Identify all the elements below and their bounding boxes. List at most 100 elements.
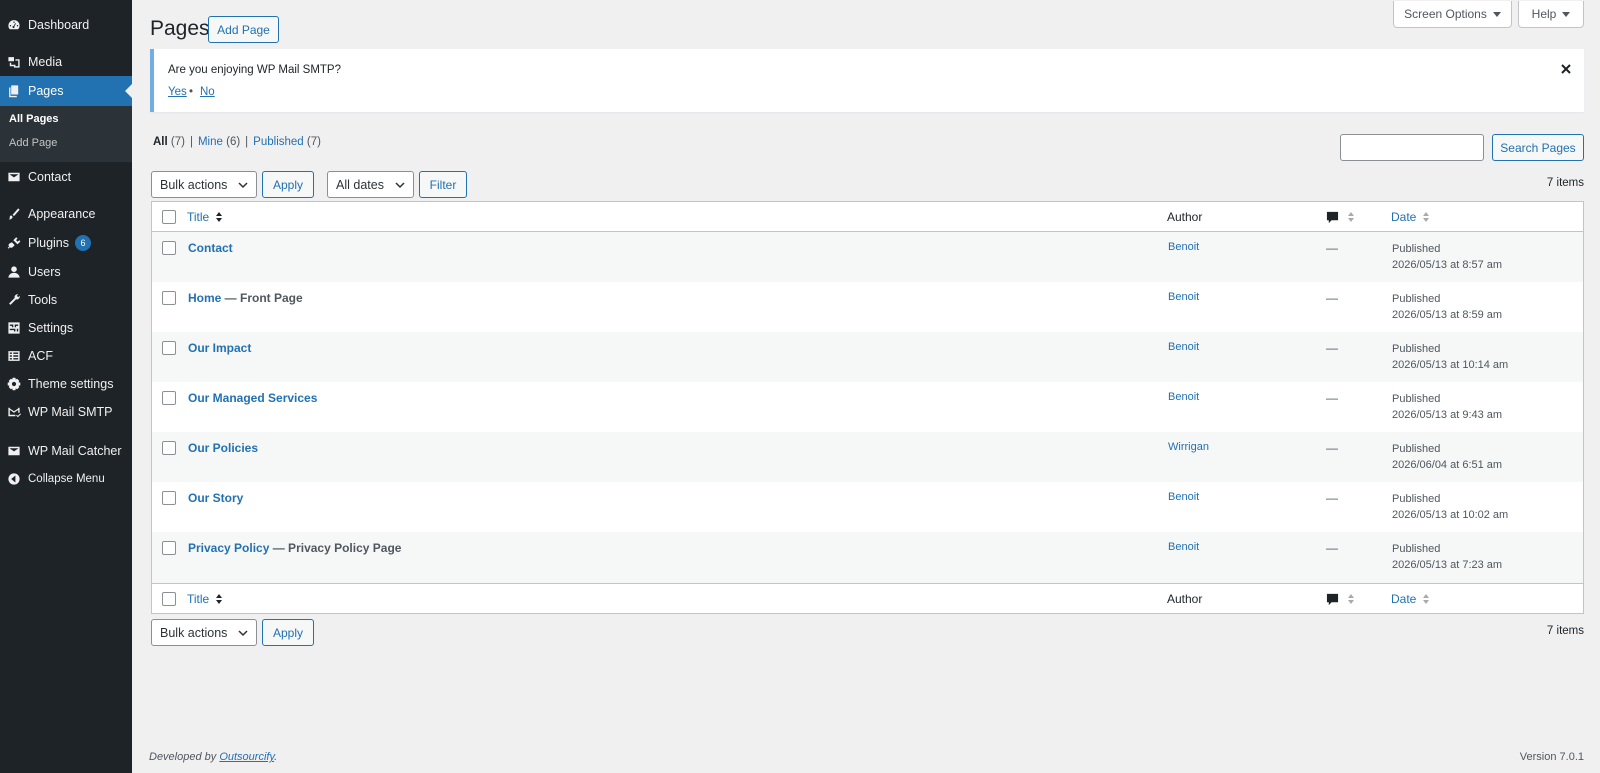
date-column-sort[interactable]: Date bbox=[1391, 592, 1416, 606]
page-title-link[interactable]: Our Impact bbox=[188, 341, 251, 355]
bulk-actions-select[interactable]: Bulk actions bbox=[151, 171, 257, 198]
notice-no-link[interactable]: No bbox=[200, 86, 215, 98]
sidebar-item-wp-mail-smtp[interactable]: WP Mail SMTP bbox=[0, 397, 132, 427]
author-link[interactable]: Benoit bbox=[1168, 541, 1199, 553]
sidebar-item-label: WP Mail SMTP bbox=[28, 405, 113, 419]
comments-count: — bbox=[1326, 441, 1338, 455]
table-row: Privacy Policy — Privacy Policy Page Ben… bbox=[152, 532, 1583, 583]
collapse-menu-button[interactable]: Collapse Menu bbox=[0, 464, 132, 494]
page-title-link[interactable]: Our Managed Services bbox=[188, 391, 317, 405]
sidebar-item-acf[interactable]: ACF bbox=[0, 341, 132, 371]
add-page-button[interactable]: Add Page bbox=[208, 16, 279, 43]
table-row: Contact Benoit — Published 2026/05/13 at … bbox=[152, 232, 1583, 282]
sidebar-item-pages[interactable]: Pages bbox=[0, 76, 132, 106]
sidebar-item-contact[interactable]: Contact bbox=[0, 162, 132, 192]
sidebar-item-label: Dashboard bbox=[28, 18, 90, 32]
view-published[interactable]: Published (7) bbox=[253, 136, 321, 148]
plugin-icon bbox=[0, 236, 28, 250]
items-count: 7 items bbox=[1546, 177, 1584, 189]
search-pages-button[interactable]: Search Pages bbox=[1492, 134, 1584, 161]
view-label: All bbox=[153, 136, 168, 148]
row-checkbox[interactable] bbox=[162, 441, 176, 455]
search-input[interactable] bbox=[1340, 134, 1484, 161]
row-checkbox[interactable] bbox=[162, 341, 176, 355]
view-count: (7) bbox=[170, 136, 185, 148]
notice-yes-link[interactable]: Yes bbox=[168, 86, 187, 98]
screen-options-button[interactable]: Screen Options bbox=[1393, 1, 1512, 28]
footer-suffix: . bbox=[274, 751, 278, 763]
page-title-link[interactable]: Our Policies bbox=[188, 441, 258, 455]
date-column-sort[interactable]: Date bbox=[1391, 210, 1416, 224]
author-link[interactable]: Benoit bbox=[1168, 341, 1199, 353]
comment-bubble-icon[interactable] bbox=[1326, 593, 1339, 606]
sidebar-item-media[interactable]: Media bbox=[0, 47, 132, 77]
submenu-add-page[interactable]: Add Page bbox=[9, 137, 57, 149]
help-button[interactable]: Help bbox=[1518, 1, 1584, 28]
footer-credit-link[interactable]: Outsourcify bbox=[219, 751, 274, 763]
apply-button-bottom[interactable]: Apply bbox=[262, 619, 314, 646]
author-link[interactable]: Benoit bbox=[1168, 241, 1199, 253]
comments-count: — bbox=[1326, 391, 1338, 405]
sidebar-item-tools[interactable]: Tools bbox=[0, 285, 132, 315]
table-header-row: Title Author Date bbox=[152, 202, 1583, 232]
notice-separator: • bbox=[189, 86, 194, 98]
sidebar-item-users[interactable]: Users bbox=[0, 257, 132, 287]
submenu-all-pages[interactable]: All Pages bbox=[9, 113, 59, 125]
page-title-cell: Our Impact bbox=[188, 341, 251, 355]
page-state: — Privacy Policy Page bbox=[269, 541, 402, 555]
filter-button[interactable]: Filter bbox=[419, 171, 467, 198]
title-column-sort[interactable]: Title bbox=[187, 592, 209, 606]
date-cell: Published 2026/05/13 at 7:23 am bbox=[1392, 541, 1502, 573]
view-count: (6) bbox=[226, 136, 241, 148]
date-text: 2026/05/13 at 10:02 am bbox=[1392, 509, 1509, 521]
sort-icon bbox=[1348, 594, 1354, 604]
view-all[interactable]: All (7) bbox=[153, 136, 185, 148]
comment-bubble-icon[interactable] bbox=[1326, 211, 1339, 224]
page-title-link[interactable]: Home bbox=[188, 291, 221, 305]
row-checkbox[interactable] bbox=[162, 391, 176, 405]
row-checkbox[interactable] bbox=[162, 491, 176, 505]
page-title-link[interactable]: Privacy Policy bbox=[188, 541, 269, 555]
author-column-header: Author bbox=[1167, 210, 1203, 224]
author-link[interactable]: Benoit bbox=[1168, 391, 1199, 403]
select-all-checkbox[interactable] bbox=[162, 592, 176, 606]
mail-icon bbox=[0, 444, 28, 458]
author-link[interactable]: Benoit bbox=[1168, 291, 1199, 303]
title-column-sort[interactable]: Title bbox=[187, 210, 209, 224]
view-mine[interactable]: Mine (6) bbox=[198, 136, 240, 148]
page-title-link[interactable]: Contact bbox=[188, 241, 233, 255]
chevron-down-icon bbox=[238, 182, 248, 189]
footer-credit: Developed by Outsourcify. bbox=[149, 751, 277, 763]
date-cell: Published 2026/05/13 at 9:43 am bbox=[1392, 391, 1502, 423]
gear-icon bbox=[0, 377, 28, 391]
sidebar-item-plugins[interactable]: Plugins 6 bbox=[0, 228, 132, 258]
sidebar-item-label: Appearance bbox=[28, 207, 96, 221]
page-title-link[interactable]: Our Story bbox=[188, 491, 243, 505]
apply-button[interactable]: Apply bbox=[262, 171, 314, 198]
page-title-cell: Our Managed Services bbox=[188, 391, 317, 405]
date-cell: Published 2026/06/04 at 6:51 am bbox=[1392, 441, 1502, 473]
media-icon bbox=[0, 55, 28, 69]
bulk-actions-select-bottom[interactable]: Bulk actions bbox=[151, 619, 257, 646]
author-link[interactable]: Wirrigan bbox=[1168, 441, 1209, 453]
date-filter-select[interactable]: All dates bbox=[327, 171, 414, 198]
sidebar-item-dashboard[interactable]: Dashboard bbox=[0, 10, 132, 40]
sidebar-item-label: Media bbox=[28, 55, 63, 69]
caret-down-icon bbox=[1492, 11, 1501, 17]
sidebar-item-theme-settings[interactable]: Theme settings bbox=[0, 369, 132, 399]
view-separator: | bbox=[245, 136, 249, 148]
sidebar-item-wp-mail-catcher[interactable]: WP Mail Catcher bbox=[0, 436, 132, 466]
close-icon[interactable] bbox=[1558, 61, 1574, 77]
page-title-cell: Contact bbox=[188, 241, 233, 255]
view-label: Published bbox=[253, 136, 304, 148]
row-checkbox[interactable] bbox=[162, 291, 176, 305]
row-checkbox[interactable] bbox=[162, 541, 176, 555]
sidebar-item-appearance[interactable]: Appearance bbox=[0, 199, 132, 229]
notice-text: Are you enjoying WP Mail SMTP? bbox=[168, 64, 341, 76]
date-cell: Published 2026/05/13 at 10:14 am bbox=[1392, 341, 1508, 373]
sidebar-item-settings[interactable]: Settings bbox=[0, 313, 132, 343]
select-all-checkbox[interactable] bbox=[162, 210, 176, 224]
row-checkbox[interactable] bbox=[162, 241, 176, 255]
author-link[interactable]: Benoit bbox=[1168, 491, 1199, 503]
footer-prefix: Developed by bbox=[149, 751, 220, 763]
